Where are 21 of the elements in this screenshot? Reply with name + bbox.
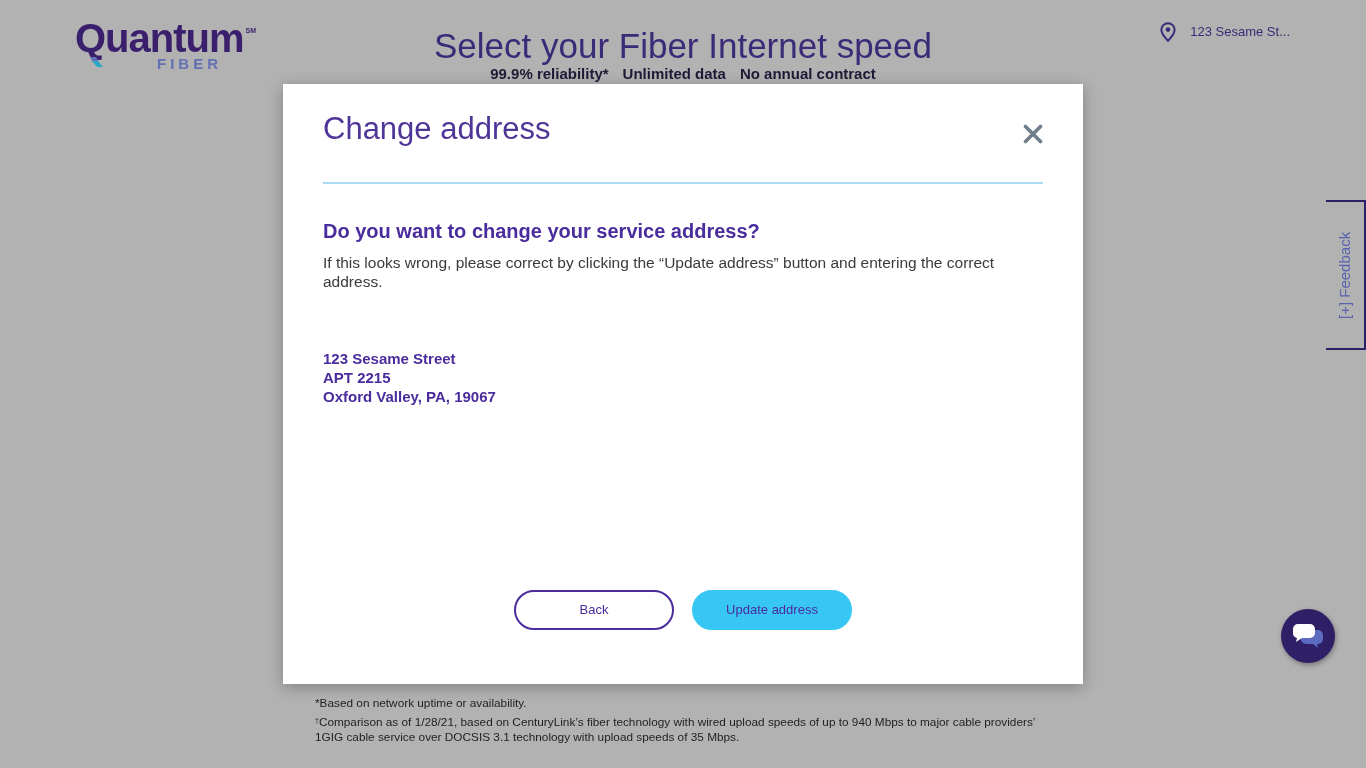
location-address[interactable]: 123 Sesame St... (1190, 22, 1290, 41)
primary-button[interactable]: Update address (692, 590, 852, 630)
page-title: Select your Fiber Internet speed (433, 27, 933, 67)
chat-button[interactable] (1281, 609, 1335, 663)
close-button[interactable] (1023, 124, 1043, 144)
address-line: Oxford Valley, PA, 19067 (323, 387, 497, 406)
highlight-text: Unlimited data (622, 65, 726, 83)
highlight-text: No annual contract (739, 65, 876, 83)
logo-subtitle: FIBER (157, 56, 222, 71)
close-icon (1023, 124, 1043, 144)
dialog-message: If this looks wrong, please correct by clicking the “Update address” button and entering the correct address. (323, 253, 996, 291)
dialog-title: Change address (323, 110, 551, 147)
location-pin-icon (1160, 22, 1177, 42)
footnote-text: $^{†}$Comparison as of 1/28/21, based on CenturyLink’s fiber technology with wired upload speeds of up to 940 Mbps to major cable providers’ 1GIG cable service over DOCSIS 3.1 technology with upload speeds of 35 Mbps. (315, 715, 1036, 745)
address-line: APT 2215 (323, 368, 392, 387)
secondary-button[interactable]: Back (514, 590, 674, 630)
dialog-question: Do you want to change your service address? (323, 219, 761, 243)
chat-bubbles-icon (1292, 623, 1324, 649)
footnote-text: *Based on network uptime or availability. (315, 696, 528, 711)
highlight-text: 99.9% reliability* (490, 65, 609, 83)
address-line: 123 Sesame Street (323, 349, 457, 368)
